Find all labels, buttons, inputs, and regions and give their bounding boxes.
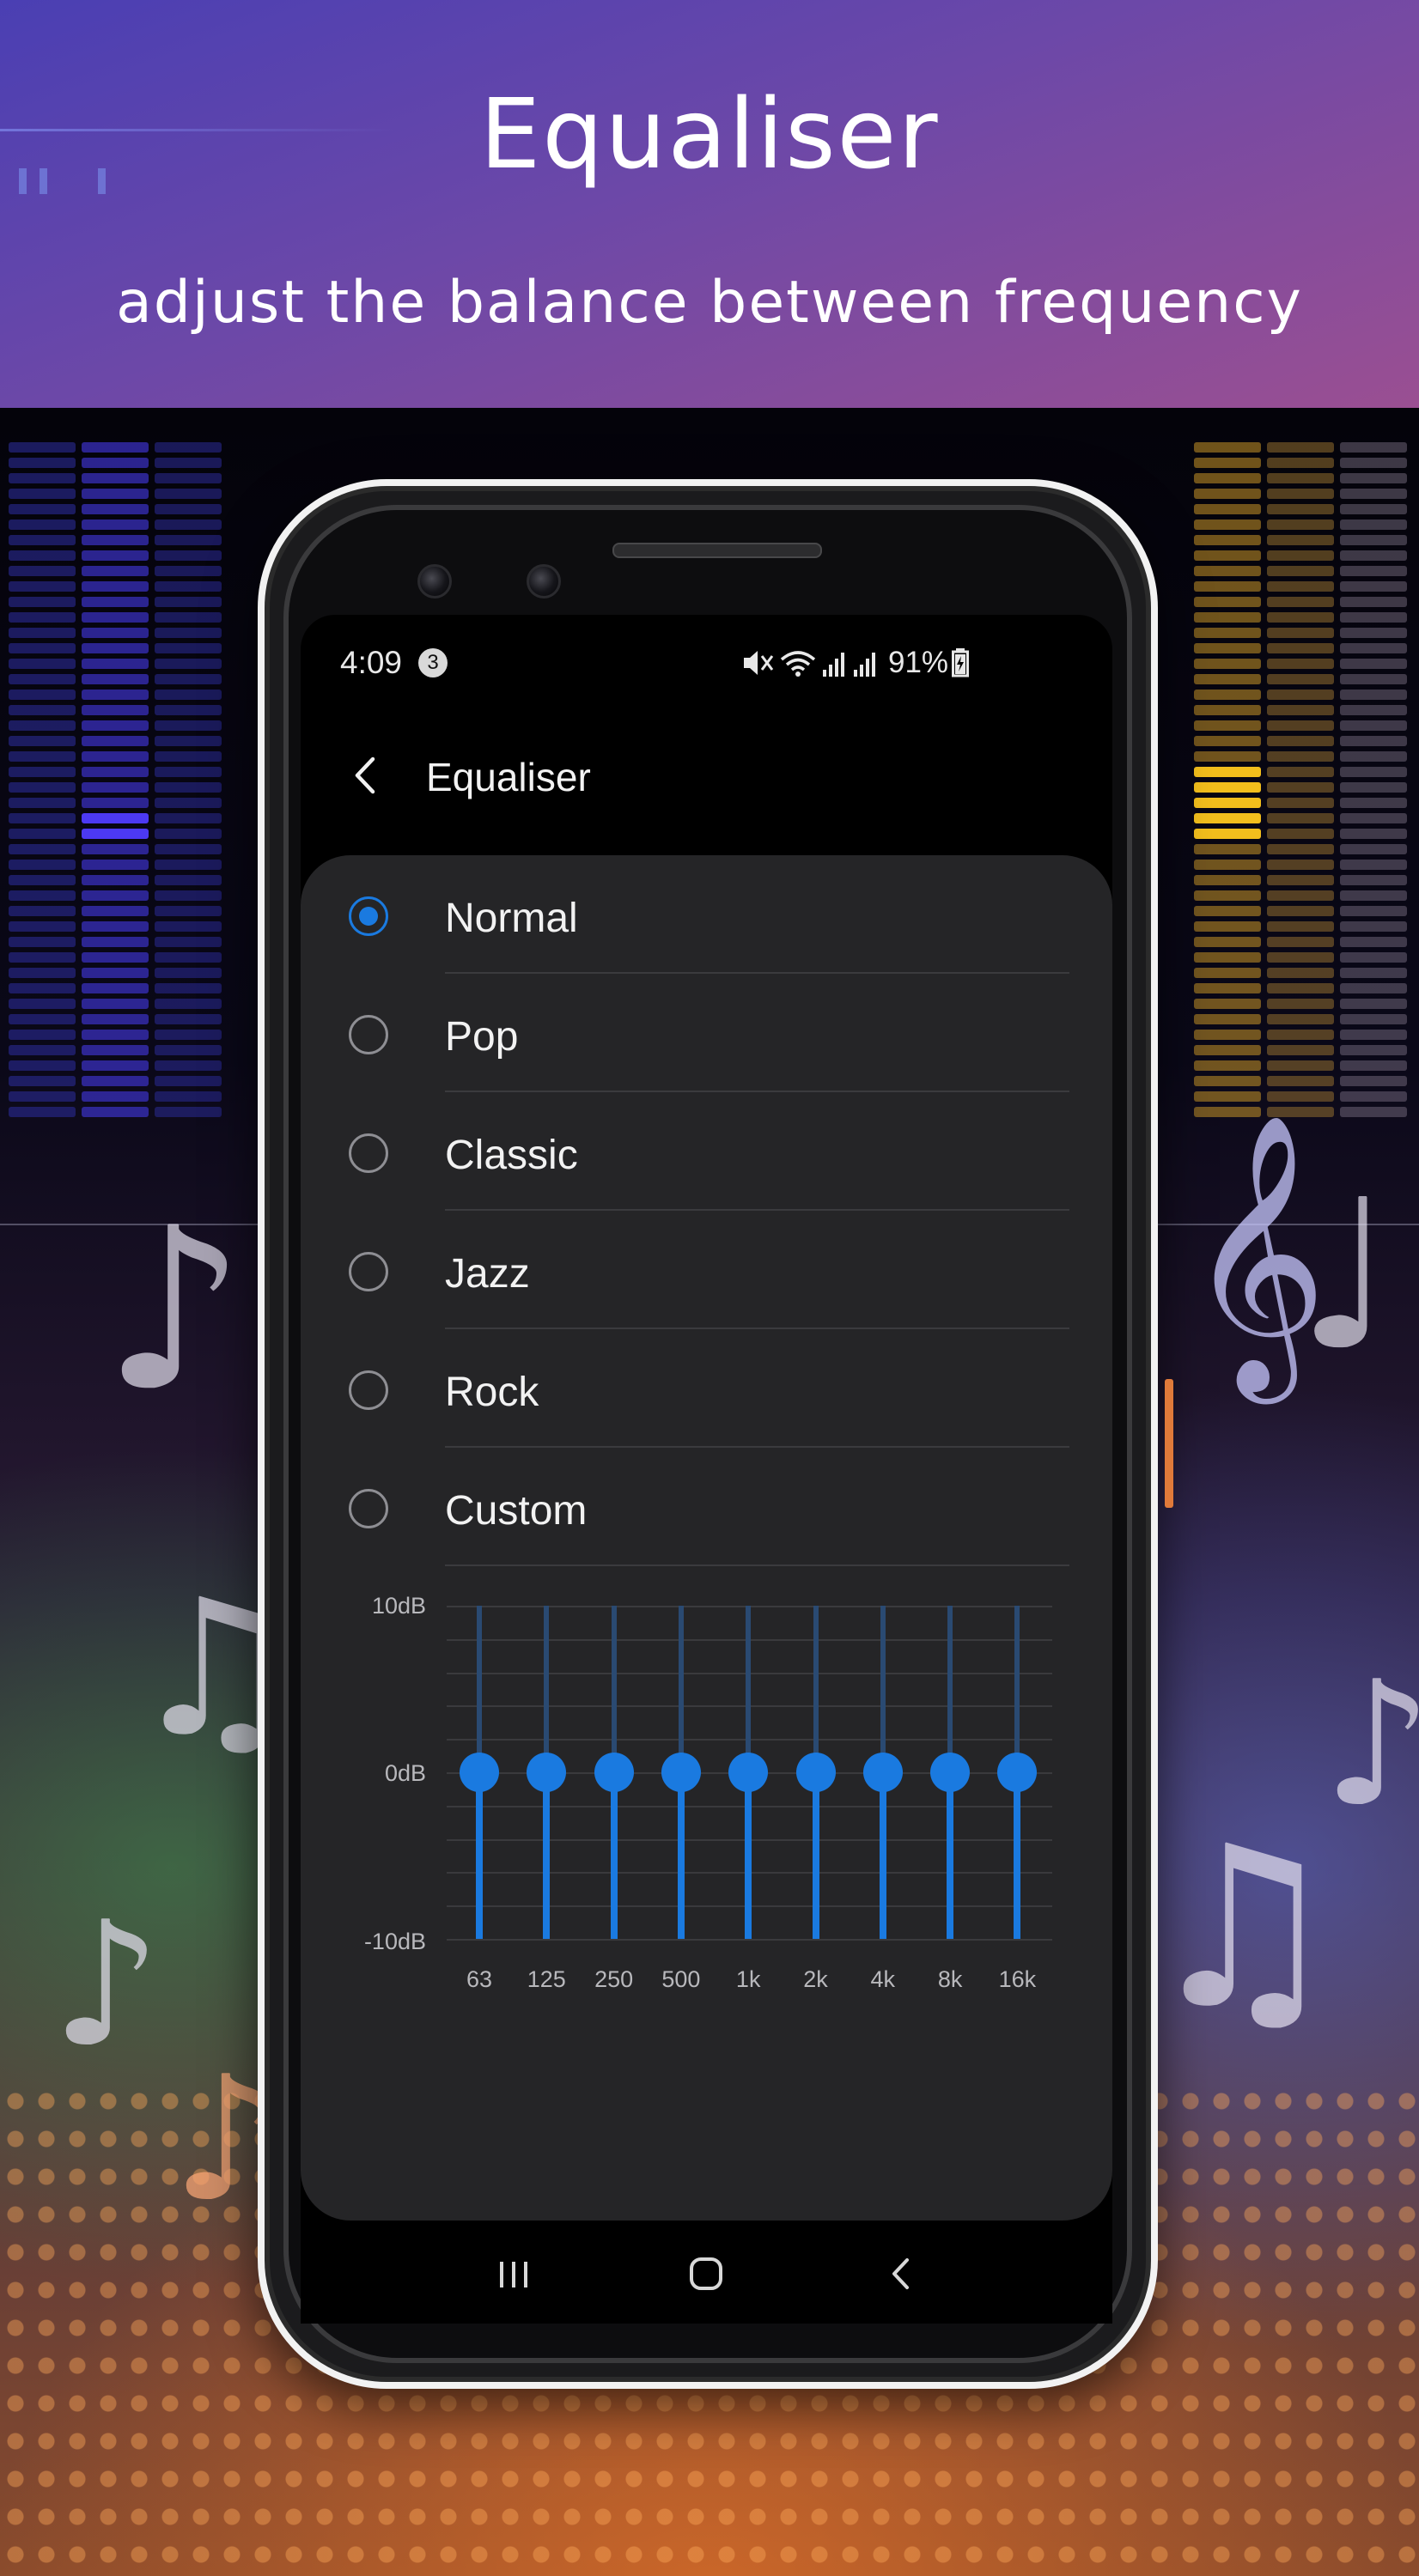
camera-icon bbox=[417, 564, 452, 598]
preset-option-classic[interactable]: Classic bbox=[301, 1092, 1112, 1211]
frequency-label: 4k bbox=[870, 1966, 896, 1992]
band-slider-knob[interactable] bbox=[862, 1753, 903, 1792]
preset-label: Rock bbox=[445, 1370, 539, 1415]
navigation-bar bbox=[301, 2222, 1112, 2324]
preset-label: Normal bbox=[445, 896, 578, 941]
frequency-label: 500 bbox=[661, 1966, 701, 1992]
band-slider-knob[interactable] bbox=[930, 1753, 971, 1792]
phone-screen: 4:09 3 91% Equaliser Normal Pop Classic … bbox=[301, 615, 1112, 2324]
spectrum-bar-decoration bbox=[1194, 442, 1261, 1122]
app-bar: Equaliser bbox=[301, 726, 1112, 829]
band-slider-fill bbox=[677, 1772, 685, 1939]
frequency-label: 125 bbox=[527, 1966, 566, 1992]
radio-button[interactable] bbox=[349, 1252, 388, 1291]
status-time: 4:09 bbox=[340, 645, 403, 680]
radio-button[interactable] bbox=[349, 1133, 388, 1173]
band-slider-fill bbox=[947, 1772, 954, 1939]
phone-side-button bbox=[1165, 1379, 1173, 1508]
band-slider-fill bbox=[812, 1772, 819, 1939]
frequency-label: 16k bbox=[998, 1966, 1037, 1992]
music-note-icon: ♪ bbox=[1323, 1644, 1419, 1844]
music-note-icon: ♩ bbox=[1297, 1155, 1395, 1395]
battery-percent: 91% bbox=[888, 646, 949, 679]
status-bar: 4:09 3 91% bbox=[301, 615, 1112, 718]
spectrum-bar-decoration bbox=[82, 442, 149, 1122]
radio-button[interactable] bbox=[349, 1015, 388, 1054]
frequency-label: 63 bbox=[466, 1966, 493, 1992]
camera-icon bbox=[527, 564, 561, 598]
frequency-label: 250 bbox=[594, 1966, 634, 1992]
back-nav-button[interactable] bbox=[868, 2246, 936, 2301]
promo-title: Equaliser bbox=[479, 79, 940, 191]
band-slider-fill bbox=[543, 1772, 551, 1939]
preset-option-jazz[interactable]: Jazz bbox=[301, 1211, 1112, 1329]
radio-button[interactable] bbox=[349, 896, 388, 936]
preset-option-custom[interactable]: Custom bbox=[301, 1448, 1112, 1566]
band-slider-knob[interactable] bbox=[527, 1753, 567, 1792]
preset-label: Classic bbox=[445, 1133, 578, 1178]
promo-subtitle: adjust the balance between frequency bbox=[116, 269, 1303, 337]
spectrum-bar-decoration bbox=[155, 442, 222, 1122]
preset-option-normal[interactable]: Normal bbox=[301, 855, 1112, 974]
preset-option-pop[interactable]: Pop bbox=[301, 974, 1112, 1092]
chevron-left-icon bbox=[355, 756, 375, 794]
phone-speaker bbox=[612, 543, 822, 558]
band-slider-fill bbox=[610, 1772, 618, 1939]
notification-count-badge: 3 bbox=[418, 648, 448, 677]
mute-icon bbox=[744, 651, 774, 675]
band-slider-knob[interactable] bbox=[460, 1753, 499, 1792]
home-icon bbox=[690, 2257, 722, 2290]
band-slider-knob[interactable] bbox=[728, 1753, 769, 1792]
home-button[interactable] bbox=[672, 2246, 740, 2301]
spectrum-bar-decoration bbox=[1340, 442, 1407, 1122]
frequency-label: 1k bbox=[735, 1966, 761, 1992]
band-slider-fill bbox=[476, 1772, 483, 1939]
divider bbox=[445, 1564, 1069, 1566]
music-note-icon: ♫ bbox=[1142, 1799, 1343, 2058]
band-slider-fill bbox=[745, 1772, 752, 1939]
spectrum-bar-decoration bbox=[9, 442, 76, 1122]
radio-button[interactable] bbox=[349, 1370, 388, 1410]
band-slider-knob[interactable] bbox=[661, 1753, 701, 1792]
back-icon bbox=[892, 2258, 909, 2289]
promo-header: Equaliser adjust the balance between fre… bbox=[0, 0, 1419, 408]
recent-apps-icon bbox=[500, 2262, 527, 2287]
equaliser-card: Normal Pop Classic Jazz Rock Custom bbox=[301, 855, 1112, 2221]
preset-option-rock[interactable]: Rock bbox=[301, 1329, 1112, 1448]
preset-label: Pop bbox=[445, 1014, 519, 1060]
spectrum-bar-decoration bbox=[1267, 442, 1334, 1122]
radio-button[interactable] bbox=[349, 1489, 388, 1528]
recent-apps-button[interactable] bbox=[479, 2246, 548, 2301]
preset-label: Custom bbox=[445, 1488, 588, 1534]
music-note-icon: ♪ bbox=[52, 1885, 161, 2085]
signal-icon bbox=[854, 653, 875, 677]
wifi-icon bbox=[780, 651, 816, 677]
band-slider-fill bbox=[1014, 1772, 1021, 1939]
frequency-label: 2k bbox=[803, 1966, 828, 1992]
status-icons: 91% bbox=[740, 646, 970, 680]
battery-charging-icon bbox=[952, 648, 970, 677]
preset-label: Jazz bbox=[445, 1251, 530, 1297]
frequency-label: 8k bbox=[937, 1966, 963, 1992]
band-slider-fill bbox=[879, 1772, 886, 1939]
back-button[interactable] bbox=[337, 745, 397, 805]
band-slider-knob[interactable] bbox=[795, 1753, 836, 1792]
page-title: Equaliser bbox=[426, 755, 591, 799]
signal-icon bbox=[823, 653, 844, 677]
music-note-icon: ♪ bbox=[103, 1181, 246, 1440]
band-slider-knob[interactable] bbox=[594, 1753, 634, 1792]
